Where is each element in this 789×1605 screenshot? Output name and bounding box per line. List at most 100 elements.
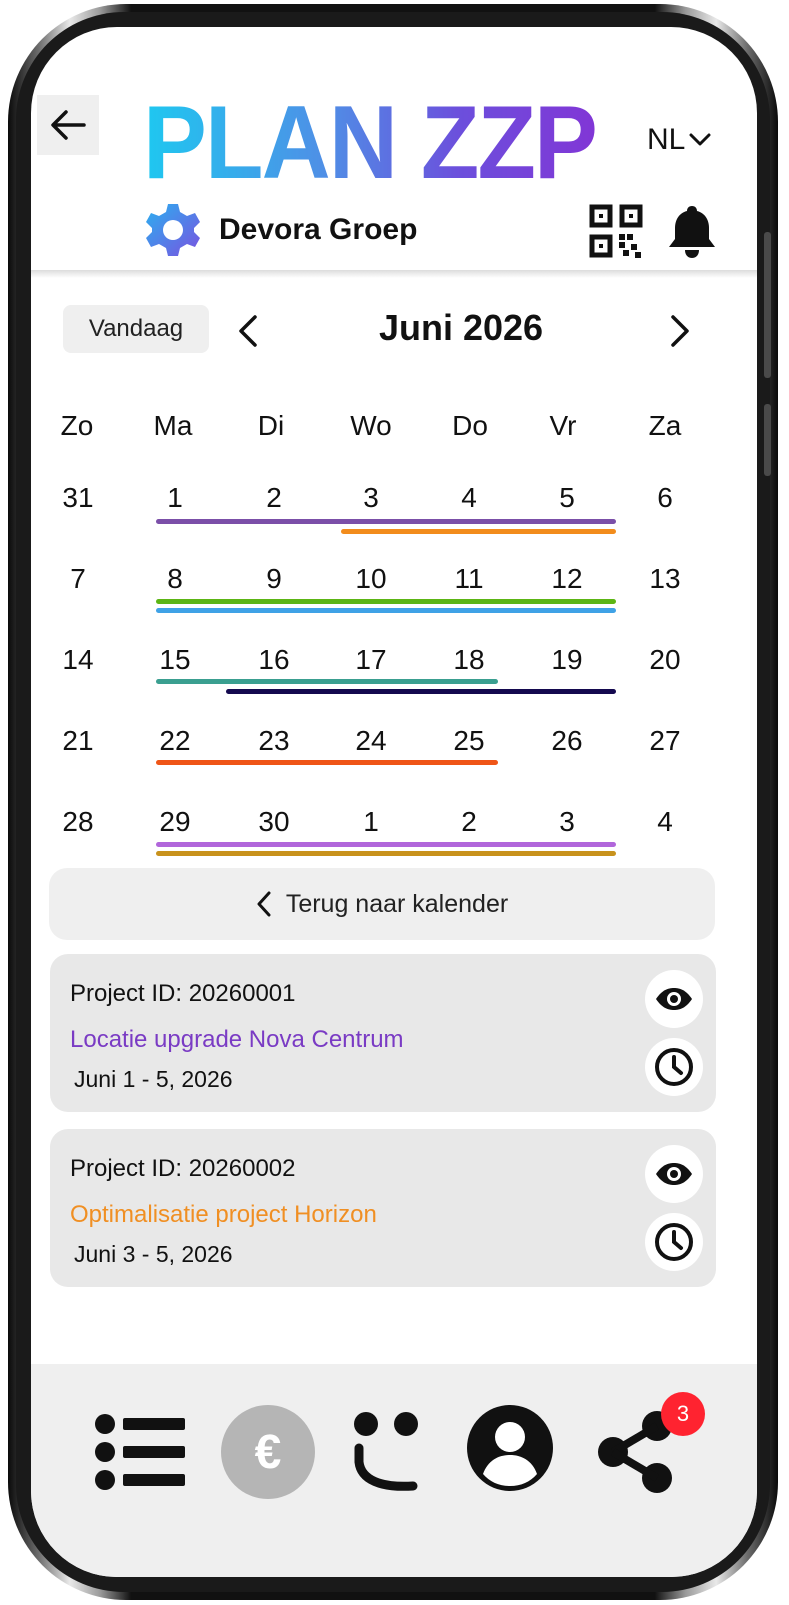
clock-icon: [655, 1048, 693, 1086]
arrow-left-icon: [51, 110, 86, 140]
calendar-day[interactable]: 15: [135, 644, 215, 676]
calendar-day[interactable]: 16: [234, 644, 314, 676]
qr-code-icon: [589, 204, 643, 258]
calendar-day[interactable]: 27: [625, 725, 705, 757]
organization-switcher[interactable]: Devora Groep: [145, 202, 417, 258]
calendar-day[interactable]: 22: [135, 725, 215, 757]
event-bar[interactable]: [156, 519, 616, 524]
calendar-day[interactable]: 2: [429, 806, 509, 838]
weekday-header: Wo: [350, 410, 392, 441]
back-to-calendar-label: Terug naar kalender: [285, 889, 509, 918]
weekday-header: Di: [257, 410, 285, 441]
weekday-header: Vr: [549, 410, 577, 441]
event-bar[interactable]: [156, 608, 616, 613]
eye-icon: [656, 988, 692, 1010]
project-id: Project ID: 20260002: [70, 1155, 296, 1182]
language-label: NL: [647, 123, 686, 156]
calendar-day[interactable]: 20: [625, 644, 705, 676]
calendar-day[interactable]: 23: [234, 725, 314, 757]
calendar-day[interactable]: 12: [527, 563, 607, 595]
project-name[interactable]: Optimalisatie project Horizon: [70, 1201, 377, 1229]
back-to-calendar-button[interactable]: Terug naar kalender: [49, 868, 715, 940]
calendar-day[interactable]: 14: [38, 644, 118, 676]
chevron-left-icon: [239, 315, 257, 347]
calendar-day[interactable]: 1: [135, 482, 215, 514]
event-bar[interactable]: [156, 760, 498, 765]
project-id: Project ID: 20260001: [70, 980, 296, 1007]
weekday-header: Ma: [153, 410, 193, 441]
account-icon: [467, 1405, 553, 1491]
gear-icon: [146, 204, 200, 256]
app-screen: PLAN ZZP NL Devora Groep Vandaag Juni 20…: [31, 27, 757, 1577]
next-month-button[interactable]: [663, 309, 697, 353]
calendar-day[interactable]: 28: [38, 806, 118, 838]
share-icon: [598, 1411, 672, 1493]
notifications-button[interactable]: [665, 203, 719, 264]
event-bar[interactable]: [156, 599, 616, 604]
calendar-day[interactable]: 13: [625, 563, 705, 595]
chevron-right-icon: [671, 315, 689, 347]
clock-icon: [655, 1223, 693, 1261]
calendar-day[interactable]: 6: [625, 482, 705, 514]
share-notification-badge: 3: [661, 1392, 705, 1436]
weekday-header: Do: [452, 410, 488, 441]
calendar-day[interactable]: 18: [429, 644, 509, 676]
calendar-day[interactable]: 24: [331, 725, 411, 757]
project-time-button[interactable]: [645, 1213, 703, 1271]
calendar-day[interactable]: 30: [234, 806, 314, 838]
event-bar[interactable]: [341, 529, 616, 534]
calendar-day[interactable]: 5: [527, 482, 607, 514]
calendar-day[interactable]: 4: [625, 806, 705, 838]
calendar-day[interactable]: 8: [135, 563, 215, 595]
calendar-day[interactable]: 3: [527, 806, 607, 838]
calendar-day[interactable]: 2: [234, 482, 314, 514]
calendar-day[interactable]: 7: [38, 563, 118, 595]
calendar-day[interactable]: 29: [135, 806, 215, 838]
calendar-day[interactable]: 19: [527, 644, 607, 676]
eye-icon: [656, 1163, 692, 1185]
project-card[interactable]: Project ID: 20260001 Locatie upgrade Nov…: [50, 954, 716, 1112]
euro-icon: €: [254, 1425, 282, 1479]
calendar-day[interactable]: 25: [429, 725, 509, 757]
calendar-day[interactable]: 31: [38, 482, 118, 514]
event-bar[interactable]: [156, 851, 616, 856]
project-dates: Juni 1 - 5, 2026: [74, 1066, 233, 1092]
app-logo: PLAN ZZP: [143, 85, 598, 201]
project-time-button[interactable]: [645, 1038, 703, 1096]
nav-face-button[interactable]: [349, 1407, 423, 1497]
organization-name: Devora Groep: [219, 213, 418, 246]
calendar-day[interactable]: 11: [429, 563, 509, 595]
nav-finance-button[interactable]: €: [221, 1405, 315, 1499]
language-selector[interactable]: NL: [647, 123, 711, 157]
nav-account-button[interactable]: [465, 1403, 555, 1493]
calendar-day[interactable]: 21: [38, 725, 118, 757]
chevron-left-icon: [257, 891, 271, 917]
calendar-day[interactable]: 10: [331, 563, 411, 595]
today-button[interactable]: Vandaag: [63, 305, 209, 353]
project-card[interactable]: Project ID: 20260002 Optimalisatie proje…: [50, 1129, 716, 1287]
list-icon: [95, 1414, 185, 1490]
weekday-header: Zo: [60, 410, 94, 441]
phone-side-button: [764, 232, 771, 378]
chevron-down-icon: [689, 133, 711, 146]
month-title: Juni 2026: [378, 307, 544, 348]
calendar-day[interactable]: 9: [234, 563, 314, 595]
previous-month-button[interactable]: [231, 309, 265, 353]
calendar-day[interactable]: 3: [331, 482, 411, 514]
weekday-header: Za: [648, 410, 682, 441]
phone-side-button: [764, 404, 771, 476]
event-bar[interactable]: [226, 689, 616, 694]
event-bar[interactable]: [156, 679, 498, 684]
back-button[interactable]: [37, 95, 99, 155]
calendar-day[interactable]: 17: [331, 644, 411, 676]
qr-code-button[interactable]: [589, 204, 643, 263]
project-name[interactable]: Locatie upgrade Nova Centrum: [70, 1026, 404, 1054]
calendar-day[interactable]: 4: [429, 482, 509, 514]
view-project-button[interactable]: [645, 970, 703, 1028]
calendar-day[interactable]: 26: [527, 725, 607, 757]
event-bar[interactable]: [156, 842, 616, 847]
bell-icon: [669, 206, 715, 258]
calendar-day[interactable]: 1: [331, 806, 411, 838]
view-project-button[interactable]: [645, 1145, 703, 1203]
nav-list-button[interactable]: [91, 1407, 191, 1497]
